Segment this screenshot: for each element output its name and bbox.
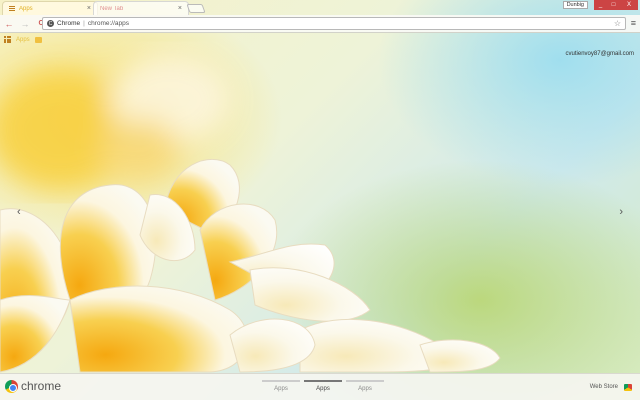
bottom-bar: chrome Apps Apps Apps Web Store: [0, 373, 640, 400]
tab-new-tab[interactable]: New Tab ×: [93, 1, 189, 15]
tab-label: Apps: [19, 5, 33, 12]
tab-apps[interactable]: Apps ×: [2, 1, 98, 15]
separator: |: [83, 20, 85, 27]
chrome-logo-icon: [5, 380, 18, 393]
minimize-button[interactable]: _: [594, 0, 607, 10]
back-button[interactable]: ←: [4, 19, 14, 29]
apps-grid-icon: [9, 5, 15, 12]
chrome-wordmark: chrome: [21, 379, 62, 393]
toolbar: ← → C C Chrome | chrome://apps ☆ ≡: [0, 15, 640, 33]
address-bar[interactable]: C Chrome | chrome://apps ☆: [42, 17, 626, 30]
apps-grid-icon[interactable]: [4, 36, 11, 43]
url-text: chrome://apps: [87, 20, 130, 27]
account-email[interactable]: cvutienvoy87@gmail.com: [566, 51, 634, 57]
bookmark-apps[interactable]: Apps: [16, 37, 30, 43]
page-tab-3[interactable]: Apps: [346, 380, 384, 392]
forward-button[interactable]: →: [20, 19, 30, 29]
bookmarks-bar: Apps: [0, 33, 640, 46]
folder-icon[interactable]: [34, 36, 42, 43]
chrome-menu-icon[interactable]: ≡: [631, 18, 636, 28]
frangipani-flowers-image: [0, 55, 501, 373]
new-tab-button[interactable]: [186, 4, 206, 13]
web-store-link[interactable]: Web Store: [590, 384, 618, 390]
tab-label: New Tab: [100, 5, 124, 12]
page-tab-2[interactable]: Apps: [304, 380, 342, 392]
tab-strip: Apps × New Tab × Dunbig _ □ X: [0, 0, 640, 15]
window-controls: _ □ X: [594, 0, 638, 10]
bookmark-star-icon[interactable]: ☆: [614, 19, 621, 28]
close-icon[interactable]: ×: [87, 5, 91, 12]
maximize-button[interactable]: □: [607, 0, 620, 10]
page-tab-1[interactable]: Apps: [262, 380, 300, 392]
theme-background: [0, 0, 640, 400]
next-page-arrow[interactable]: ›: [619, 206, 623, 218]
close-window-button[interactable]: X: [620, 0, 638, 10]
site-label: Chrome: [57, 20, 81, 27]
chrome-page-icon: C: [47, 20, 54, 27]
profile-button[interactable]: Dunbig: [562, 1, 588, 9]
page-switcher: Apps Apps Apps: [262, 380, 384, 392]
prev-page-arrow[interactable]: ‹: [17, 206, 21, 218]
web-store-icon[interactable]: [624, 384, 632, 391]
close-icon[interactable]: ×: [178, 5, 182, 12]
